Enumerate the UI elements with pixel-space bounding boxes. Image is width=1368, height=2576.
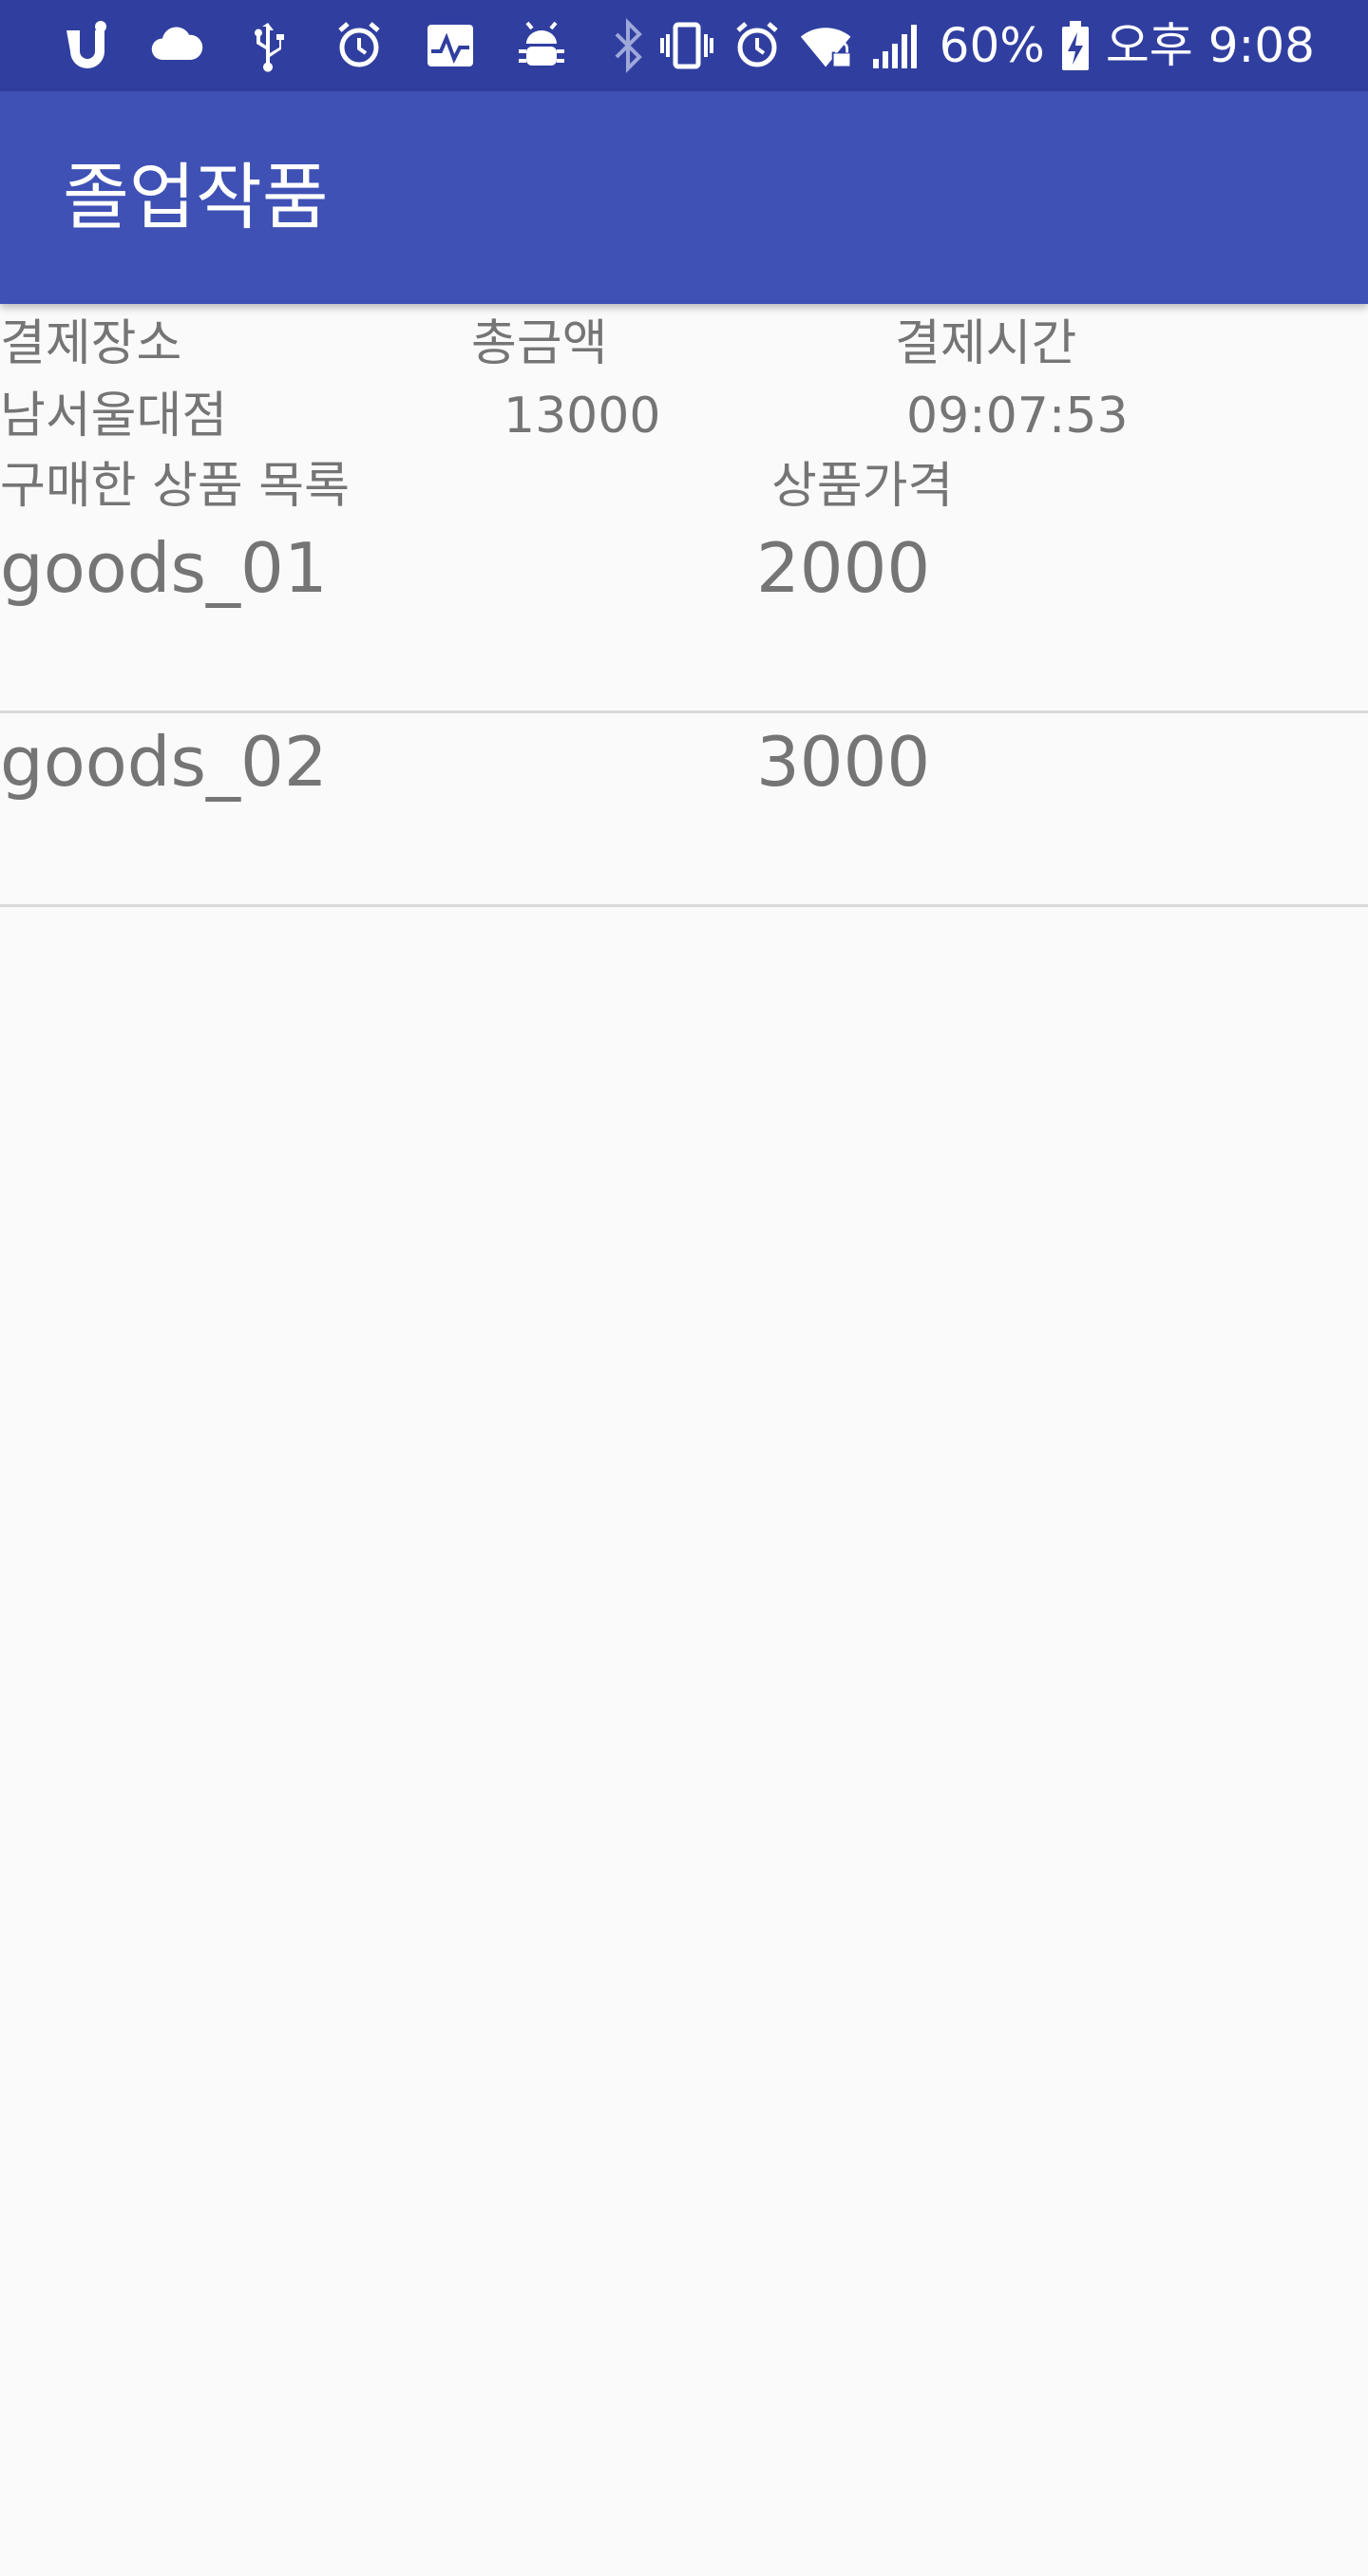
list-item[interactable]: goods_01 2000 (0, 521, 1368, 712)
app-title: 졸업작품 (63, 155, 329, 239)
alarm-icon (729, 17, 786, 74)
status-bar: 60% 오후 9:08 (0, 0, 1368, 91)
battery-percent: 60% (939, 18, 1045, 73)
u-plus-icon (57, 17, 114, 74)
payment-total-value: 13000 (504, 388, 661, 445)
goods-price-header: 상품가격 (771, 458, 954, 515)
clock: 오후 9:08 (1105, 18, 1315, 73)
payment-place-value: 남서울대점 (0, 388, 228, 445)
list-divider (0, 710, 1368, 713)
list-item[interactable]: goods_02 3000 (0, 714, 1368, 906)
goods-price: 3000 (756, 722, 931, 802)
usb-icon (239, 17, 296, 74)
status-bar-system-icons: 60% 오후 9:08 (611, 17, 1315, 74)
bluetooth-icon (611, 17, 645, 74)
android-debug-icon (513, 17, 570, 74)
goods-name: goods_01 (0, 528, 328, 608)
vibrate-icon (658, 17, 715, 74)
payment-time-header: 결제시간 (895, 315, 1077, 372)
list-divider (0, 904, 1368, 907)
app-bar: 졸업작품 (0, 91, 1368, 304)
alarm-icon (331, 17, 388, 74)
goods-price: 2000 (756, 528, 931, 608)
payment-total-header: 총금액 (471, 315, 608, 372)
payment-place-header: 결제장소 (0, 315, 182, 372)
wifi-lock-icon (799, 17, 856, 74)
cloud-icon (148, 17, 205, 74)
status-bar-notification-icons (57, 17, 570, 74)
payment-time-value: 09:07:53 (906, 388, 1129, 445)
signal-icon (869, 17, 926, 74)
goods-name: goods_02 (0, 722, 328, 802)
battery-charging-icon (1058, 17, 1092, 74)
goods-list-header: 구매한 상품 목록 (0, 458, 350, 515)
pulse-icon (422, 17, 479, 74)
